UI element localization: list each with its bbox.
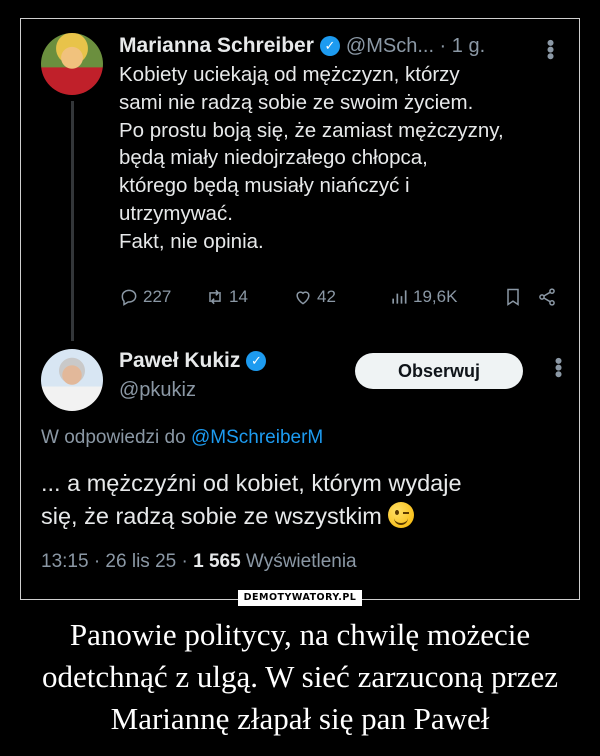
author-handle-time[interactable]: @MSch... · 1 g. [346, 35, 485, 58]
views-chart-icon [392, 290, 407, 304]
reply-icon [121, 289, 137, 306]
avatar-pawel[interactable] [41, 349, 103, 411]
reply-button[interactable]: 227 [119, 287, 171, 307]
bookmark-button[interactable] [503, 287, 523, 307]
tweet-line: będą miały niedojrzałego chłopca, [119, 146, 428, 170]
watermark-logo: DEMOTYWATORY.PL [238, 590, 362, 606]
tweet1-header: Marianna Schreiber ✓ @MSch... · 1 g. [119, 33, 485, 59]
retweet-count: 14 [229, 287, 248, 306]
winking-face-emoji-icon [388, 502, 415, 528]
reply-prefix: W odpowiedzi do [41, 427, 186, 448]
tweet-line: utrzymywać. [119, 201, 233, 225]
author-name[interactable]: Marianna Schreiber [119, 34, 314, 58]
tweet-line: ... a mężczyźni od kobiet, którym wydaje [41, 470, 462, 496]
author-handle[interactable]: @pkukiz [119, 379, 196, 402]
verified-badge-icon: ✓ [246, 351, 267, 371]
demotivator-caption: Panowie politycy, na chwilę możecie odet… [10, 614, 590, 740]
bookmark-icon [507, 288, 519, 306]
caption-line: Panowie politycy, na chwilę możecie [69, 617, 531, 652]
retweet-button[interactable]: 14 [205, 287, 248, 307]
share-button[interactable] [537, 287, 557, 307]
views-label: Wyświetlenia [245, 551, 357, 572]
tweet-line: Po prostu boją się, że zamiast mężczyzny… [119, 118, 504, 142]
tweet1-text: Kobiety uciekają od mężczyzn, którzy sam… [119, 61, 569, 256]
tweet-line: się, że radzą sobie ze wszystkim [41, 503, 382, 529]
retweet-icon [209, 289, 221, 305]
views-button[interactable]: 19,6K [389, 287, 457, 307]
like-count: 42 [317, 287, 336, 306]
caption-line: Mariannę złapał się pan Paweł [110, 701, 490, 736]
tweet-line: sami nie radzą sobie ze swoim życiem. [119, 90, 474, 114]
author-name[interactable]: Paweł Kukiz [119, 349, 240, 373]
tweet-actions-bar: 227 14 42 19,6K [119, 287, 559, 313]
reply-context: W odpowiedzi do @MSchreiberM [41, 427, 323, 449]
more-options-icon[interactable]: ••• [537, 39, 563, 59]
like-button[interactable]: 42 [293, 287, 336, 307]
verified-badge-icon: ✓ [319, 36, 340, 56]
follow-button[interactable]: Obserwuj [355, 353, 523, 389]
avatar-marianna[interactable] [41, 33, 103, 95]
thread-connector-line [71, 101, 74, 341]
views-count: 19,6K [413, 287, 458, 306]
demotivator-frame: Marianna Schreiber ✓ @MSch... · 1 g. •••… [20, 18, 580, 600]
tweet-line-with-emoji: się, że radzą sobie ze wszystkim [41, 500, 571, 533]
caption-line: odetchnąć z ulgą. W sieć zarzuconą przez [41, 659, 559, 694]
share-icon [539, 288, 555, 306]
heart-icon [296, 291, 310, 305]
timestamp[interactable]: 13:15 · 26 lis 25 · [41, 551, 188, 572]
tweet-line: Fakt, nie opinia. [119, 229, 264, 253]
views-count: 1 565 [193, 551, 241, 572]
tweet-line: którego będą musiały niańczyć i [119, 174, 410, 198]
reply-mention-link[interactable]: @MSchreiberM [191, 427, 323, 448]
tweet-line: Kobiety uciekają od mężczyzn, którzy [119, 63, 460, 86]
more-options-icon[interactable]: ••• [545, 357, 571, 377]
tweet2-text: ... a mężczyźni od kobiet, którym wydaje… [41, 467, 571, 533]
reply-count: 227 [143, 287, 172, 306]
tweet-meta: 13:15 · 26 lis 25 · 1 565 Wyświetlenia [41, 551, 357, 573]
tweet2-header: Paweł Kukiz ✓ [119, 349, 267, 373]
